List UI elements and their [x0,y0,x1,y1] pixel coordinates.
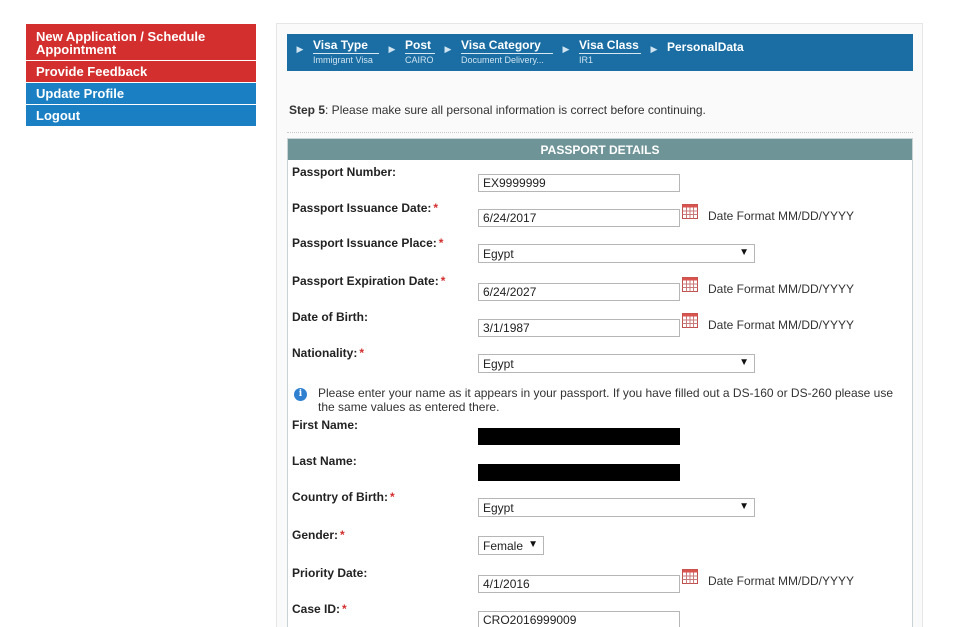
first-name-label: First Name: [292,418,359,432]
chevron-right-icon: ▶ [444,44,452,54]
nationality-select[interactable]: Egypt ▼ [478,354,755,373]
case-id-label: Case ID: * [292,602,347,616]
date-format-hint: Date Format MM/DD/YYYY [708,209,855,223]
expiration-date-label: Passport Expiration Date: * [292,274,446,288]
breadcrumb-title: PersonalData [667,40,744,54]
breadcrumb-visa-class[interactable]: ▶ Visa Class IR1 [553,34,641,71]
country-of-birth-label: Country of Birth: * [292,490,395,504]
required-marker: * [340,528,345,542]
required-marker: * [359,346,365,360]
required-marker: * [389,490,395,504]
chevron-right-icon: ▶ [650,44,658,54]
nationality-row: Nationality: * Egypt ▼ [292,346,912,376]
country-of-birth-select[interactable]: Egypt ▼ [478,498,755,517]
chevron-down-icon: ▼ [528,539,538,550]
breadcrumb-visa-category[interactable]: ▶ Visa Category Document Delivery... [435,34,553,71]
main-panel: ▶ Visa Type Immigrant Visa ▶ Post CAIRO … [276,23,923,627]
date-format-hint: Date Format MM/DD/YYYY [708,318,855,332]
case-id-input[interactable] [478,611,680,627]
step-text: : Please make sure all personal informat… [325,103,706,117]
expiration-date-input[interactable] [478,283,680,301]
required-marker: * [342,602,347,616]
required-marker: * [440,274,446,288]
chevron-right-icon: ▶ [562,44,570,54]
priority-date-input[interactable] [478,575,680,593]
required-marker: * [438,236,444,250]
breadcrumb-value: CAIRO [405,55,434,65]
date-format-hint: Date Format MM/DD/YYYY [708,282,855,296]
breadcrumb-post[interactable]: ▶ Post CAIRO [379,34,435,71]
section-header: PASSPORT DETAILS [288,139,912,160]
case-id-row: Case ID: * [292,602,912,627]
last-name-input[interactable] [478,464,680,481]
calendar-icon[interactable] [682,277,698,292]
date-of-birth-input[interactable] [478,319,680,337]
nationality-label: Nationality: * [292,346,365,360]
country-of-birth-row: Country of Birth: * Egypt ▼ [292,490,912,520]
first-name-input[interactable] [478,428,680,445]
issuance-place-label: Passport Issuance Place: * [292,236,444,250]
calendar-icon[interactable] [682,313,698,328]
expiration-date-row: Passport Expiration Date:* Date Format M… [292,274,912,304]
last-name-row: Last Name: [292,454,912,484]
priority-date-row: Priority Date: Date Format MM/DD/YYYY [292,566,912,596]
passport-number-label: Passport Number: [292,165,397,179]
chevron-right-icon: ▶ [388,44,396,54]
gender-label: Gender: * [292,528,345,542]
breadcrumb-visa-type[interactable]: ▶ Visa Type Immigrant Visa [287,34,379,71]
provide-feedback-link[interactable]: Provide Feedback [26,61,256,82]
issuance-date-row: Passport Issuance Date:* Date Format MM/… [292,201,912,231]
breadcrumb-value: Immigrant Visa [313,55,373,65]
required-marker: * [433,201,439,215]
breadcrumb-title: Post [405,38,435,54]
chevron-down-icon: ▼ [739,501,749,512]
date-of-birth-row: Date of Birth: Date Format MM/DD/YYYY [292,310,912,340]
breadcrumb: ▶ Visa Type Immigrant Visa ▶ Post CAIRO … [287,34,913,71]
step-instruction: Step 5: Please make sure all personal in… [289,103,706,117]
last-name-label: Last Name: [292,454,357,468]
date-format-hint: Date Format MM/DD/YYYY [708,574,855,588]
name-instruction-text: Please enter your name as it appears in … [318,386,893,414]
update-profile-link[interactable]: Update Profile [26,83,256,104]
calendar-icon[interactable] [682,569,698,584]
gender-row: Gender: * Female ▼ [292,528,912,558]
side-navigation: New Application / Schedule Appointment P… [26,24,256,127]
passport-number-input[interactable] [478,174,680,192]
passport-number-row: Passport Number: [292,165,912,195]
chevron-right-icon: ▶ [296,44,304,54]
issuance-place-row: Passport Issuance Place: * Egypt ▼ [292,236,912,266]
issuance-place-select[interactable]: Egypt ▼ [478,244,755,263]
issuance-date-input[interactable] [478,209,680,227]
first-name-row: First Name: [292,418,912,448]
date-of-birth-label: Date of Birth: [292,310,368,324]
breadcrumb-title: Visa Category [461,38,553,54]
breadcrumb-title: Visa Class [579,38,641,54]
chevron-down-icon: ▼ [739,357,749,368]
logout-link[interactable]: Logout [26,105,256,126]
chevron-down-icon: ▼ [739,247,749,258]
breadcrumb-personal-data: ▶ PersonalData [641,34,744,71]
info-icon: i [294,388,307,401]
passport-details-section: PASSPORT DETAILS Passport Number: Passpo… [287,138,913,627]
breadcrumb-value: IR1 [579,55,594,65]
breadcrumb-title: Visa Type [313,38,379,54]
divider [287,132,913,133]
new-application-link[interactable]: New Application / Schedule Appointment [26,24,256,60]
step-label: Step 5 [289,103,326,117]
issuance-date-label: Passport Issuance Date: * [292,201,439,215]
priority-date-label: Priority Date: [292,566,368,580]
breadcrumb-value: Document Delivery... [461,55,544,65]
gender-select[interactable]: Female ▼ [478,536,544,555]
calendar-icon[interactable] [682,204,698,219]
